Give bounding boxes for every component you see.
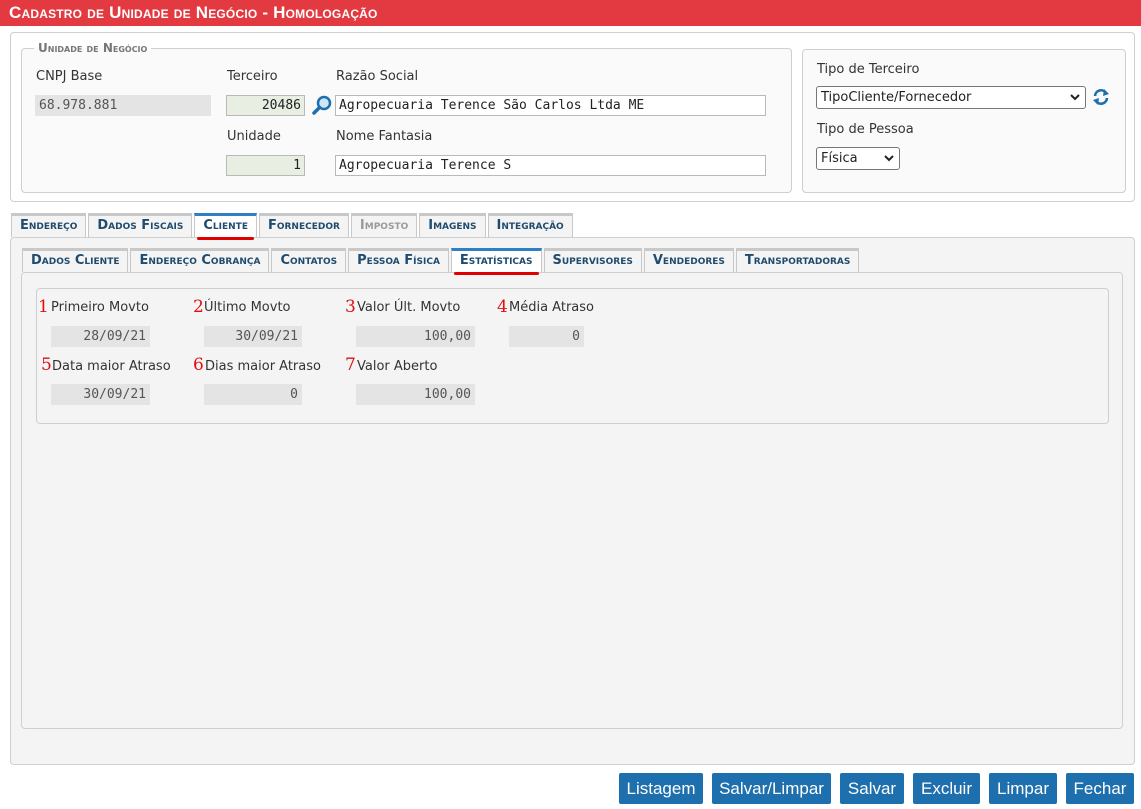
- terceiro-label: Terceiro: [227, 69, 278, 84]
- marker-3: 3: [345, 297, 356, 317]
- cnpj-label: CNPJ Base: [36, 69, 103, 84]
- marker-2: 2: [193, 297, 204, 317]
- fantasia-label: Nome Fantasia: [336, 129, 433, 144]
- salvar-button[interactable]: Salvar: [840, 773, 904, 804]
- main-tabs: Endereço Dados Fiscais Cliente Fornecedo…: [11, 213, 575, 240]
- primeiro-movto-label: Primeiro Movto: [51, 300, 149, 315]
- excluir-button[interactable]: Excluir: [913, 773, 980, 804]
- valor-aberto-label: Valor Aberto: [357, 359, 438, 374]
- tipo-pessoa-select[interactable]: Física: [816, 147, 900, 170]
- tab-imposto[interactable]: Imposto: [350, 213, 418, 237]
- refresh-icon[interactable]: [1091, 86, 1111, 108]
- unidade-legend: Unidade de Negócio: [38, 41, 148, 55]
- dias-maior-atraso-label: Dias maior Atraso: [205, 359, 321, 374]
- window-title: Cadastro de Unidade de Negócio - Homolog…: [0, 0, 1141, 26]
- limpar-button[interactable]: Limpar: [989, 773, 1057, 804]
- tipo-pessoa-value: Física: [821, 151, 858, 166]
- tab-transportadoras[interactable]: Transportadoras: [735, 248, 860, 272]
- ultimo-movto-label: Último Movto: [204, 300, 291, 315]
- tab-pessoa-fisica[interactable]: Pessoa Física: [348, 248, 449, 272]
- terceiro-field[interactable]: 20486: [226, 95, 305, 116]
- tab-dados-fiscais[interactable]: Dados Fiscais: [88, 213, 193, 237]
- tab-estatisticas[interactable]: Estatísticas: [450, 248, 542, 275]
- marker-1: 1: [38, 297, 49, 317]
- cnpj-field[interactable]: 68.978.881: [35, 95, 211, 116]
- tab-imagens[interactable]: Imagens: [419, 213, 486, 237]
- sub-tabs: Dados Cliente Endereço Cobrança Contatos…: [22, 248, 861, 275]
- tipo-pessoa-label: Tipo de Pessoa: [817, 122, 914, 137]
- tipo-terceiro-value: TipoCliente/Fornecedor: [821, 90, 972, 105]
- media-atraso-field[interactable]: 0: [509, 326, 584, 347]
- marker-7: 7: [345, 355, 356, 375]
- salvar-limpar-button[interactable]: Salvar/Limpar: [712, 773, 831, 804]
- valor-ult-movto-field[interactable]: 100,00: [356, 326, 475, 347]
- tab-dados-cliente[interactable]: Dados Cliente: [22, 248, 129, 272]
- tab-vendedores[interactable]: Vendedores: [643, 248, 734, 272]
- chevron-down-icon: [1069, 87, 1081, 115]
- search-icon[interactable]: [311, 94, 333, 116]
- tab-supervisores[interactable]: Supervisores: [543, 248, 642, 272]
- tipo-terceiro-label: Tipo de Terceiro: [817, 62, 920, 77]
- razao-social-field[interactable]: Agropecuaria Terence São Carlos Ltda ME: [335, 95, 766, 116]
- tab-fornecedor[interactable]: Fornecedor: [258, 213, 349, 237]
- marker-6: 6: [193, 355, 204, 375]
- nome-fantasia-field[interactable]: Agropecuaria Terence S: [335, 155, 766, 176]
- data-maior-atraso-label: Data maior Atraso: [52, 359, 171, 374]
- dias-maior-atraso-field[interactable]: 0: [204, 384, 302, 405]
- unidade-label: Unidade: [227, 129, 281, 144]
- razao-label: Razão Social: [336, 69, 419, 84]
- chevron-down-icon: [883, 148, 895, 176]
- listagem-button[interactable]: Listagem: [619, 773, 703, 804]
- tab-endereco-cobranca[interactable]: Endereço Cobrança: [130, 248, 270, 272]
- tipo-terceiro-select[interactable]: TipoCliente/Fornecedor: [816, 86, 1086, 109]
- valor-aberto-field[interactable]: 100,00: [356, 384, 475, 405]
- tab-contatos[interactable]: Contatos: [271, 248, 347, 272]
- media-atraso-label: Média Atraso: [509, 300, 594, 315]
- data-maior-atraso-field[interactable]: 30/09/21: [51, 384, 150, 405]
- tab-cliente[interactable]: Cliente: [194, 213, 257, 240]
- tab-integracao[interactable]: Integração: [487, 213, 573, 237]
- ultimo-movto-field[interactable]: 30/09/21: [204, 326, 302, 347]
- unidade-field[interactable]: 1: [226, 155, 305, 176]
- fechar-button[interactable]: Fechar: [1066, 773, 1134, 804]
- primeiro-movto-field[interactable]: 28/09/21: [51, 326, 150, 347]
- tab-endereco[interactable]: Endereço: [11, 213, 87, 237]
- marker-5: 5: [41, 355, 52, 375]
- marker-4: 4: [497, 297, 508, 317]
- valor-ult-movto-label: Valor Últ. Movto: [357, 300, 461, 315]
